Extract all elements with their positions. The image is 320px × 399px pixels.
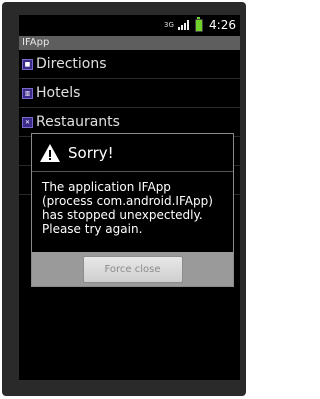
app-title-bar: IFApp: [19, 36, 240, 50]
clock: 4:26: [209, 18, 236, 32]
dialog-button-bar: Force close: [32, 252, 233, 286]
force-close-button[interactable]: Force close: [82, 255, 183, 283]
app-title: IFApp: [22, 37, 50, 48]
signal-icon: [178, 20, 190, 30]
status-icons: 3G 4:26: [164, 16, 236, 32]
battery-icon: [195, 16, 204, 32]
error-dialog: Sorry! The application IFApp (process co…: [31, 133, 234, 287]
hotels-icon: ▥: [22, 87, 33, 99]
directions-icon: ■: [22, 58, 33, 70]
dialog-message: The application IFApp (process com.andro…: [42, 180, 213, 236]
list-item-hotels[interactable]: ▥ Hotels: [19, 79, 240, 108]
warning-icon: [40, 143, 60, 162]
list-item-label: Directions: [36, 56, 107, 72]
network-3g-icon: 3G: [164, 20, 174, 29]
restaurants-icon: ✕: [22, 116, 33, 128]
list-item-directions[interactable]: ■ Directions: [19, 50, 240, 79]
list-item-label: Hotels: [36, 85, 81, 101]
dialog-title: Sorry!: [68, 143, 114, 162]
dialog-header: Sorry!: [32, 134, 233, 172]
status-bar: 3G 4:26: [19, 15, 240, 36]
list-item-label: Restaurants: [36, 114, 120, 130]
